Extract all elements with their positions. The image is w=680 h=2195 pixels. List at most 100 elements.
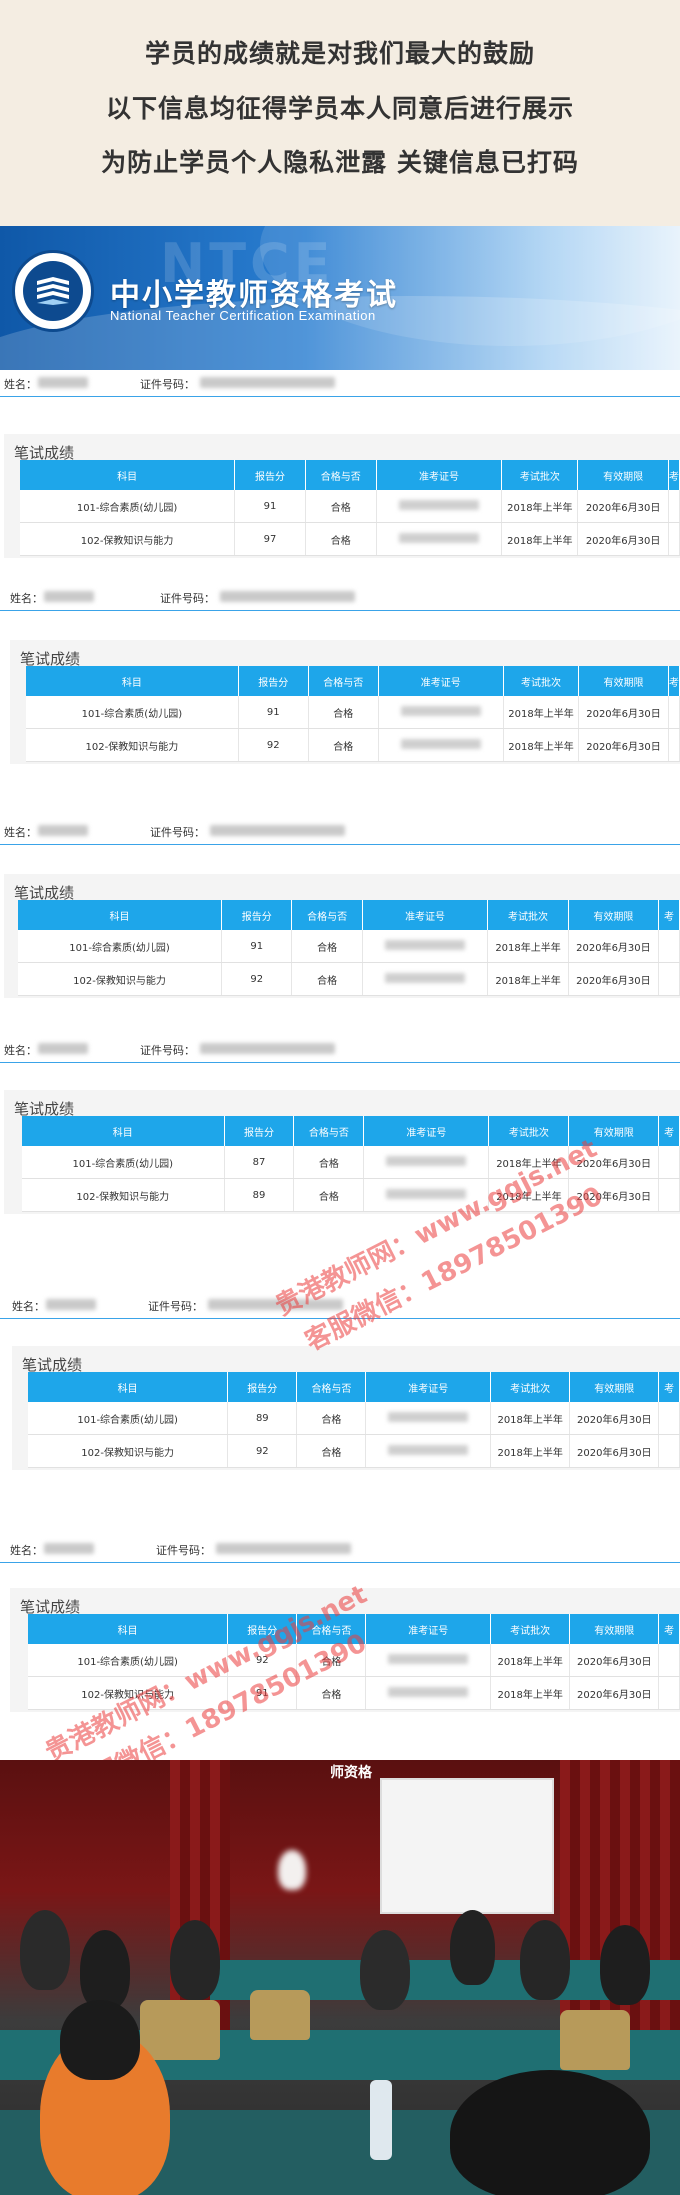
table-header-row: 科目 报告分 合格与否 准考证号 考试批次 有效期限考	[28, 1372, 680, 1402]
extra-cell	[668, 490, 680, 523]
intro-line-1: 学员的成绩就是对我们最大的鼓励	[144, 39, 535, 68]
name-label: 姓名：	[10, 592, 43, 605]
column-header: 有效期限	[568, 900, 660, 930]
valid-cell: 2020年6月30日	[569, 1402, 660, 1435]
blurred-speaker	[278, 1850, 306, 1890]
extra-cell	[658, 1434, 680, 1468]
ntce-logo-icon	[12, 250, 94, 332]
id-redacted	[210, 825, 345, 836]
ticket-redacted	[386, 1155, 467, 1166]
score-table: 科目 报告分 合格与否 准考证号 考试批次 有效期限考 101-综合素质(幼儿园) 91 合格 2…	[26, 666, 680, 762]
projector-screen	[380, 1778, 554, 1914]
records-list: 姓名： 证件号码： 笔试成绩 科目 报告分 合格与否 准考证号 考试批次 有效期限考 101-综合…	[0, 370, 680, 1760]
ticket-redacted	[400, 705, 481, 716]
valid-cell: 2020年6月30日	[569, 1676, 660, 1710]
ticket-cell	[363, 1146, 490, 1179]
student-info-row: 姓名： 证件号码：	[0, 818, 680, 845]
valid-cell: 2020年6月30日	[568, 962, 660, 996]
name-label: 姓名：	[10, 1544, 43, 1557]
column-header: 科目	[28, 1372, 229, 1402]
valid-cell: 2020年6月30日	[578, 696, 669, 729]
score-table: 科目 报告分 合格与否 准考证号 考试批次 有效期限考 101-综合素质(幼儿园) 91 合格 2…	[20, 460, 680, 556]
table-row: 101-综合素质(幼儿园) 91 合格 2018年上半年 2020年6月30日	[20, 490, 680, 523]
name-redacted	[38, 1043, 88, 1054]
id-label: 证件号码：	[150, 826, 205, 839]
extra-cell	[668, 728, 680, 762]
score-cell: 91	[234, 490, 306, 523]
extra-cell	[668, 522, 680, 556]
column-header: 考试批次	[490, 1614, 571, 1644]
score-table: 科目 报告分 合格与否 准考证号 考试批次 有效期限考 101-综合素质(幼儿园) 91 合格 2…	[18, 900, 680, 996]
column-header: 合格与否	[293, 1116, 365, 1146]
valid-cell: 2020年6月30日	[577, 522, 669, 556]
ticket-cell	[376, 522, 503, 556]
column-header: 有效期限	[569, 1614, 660, 1644]
written-exam-card: 笔试成绩 科目 报告分 合格与否 准考证号 考试批次 有效期限考 101-综合素质(幼儿园) 9…	[4, 434, 680, 558]
name-label: 姓名：	[4, 1044, 37, 1057]
subject-cell: 101-综合素质(幼儿园)	[18, 930, 223, 963]
subject-cell: 101-综合素质(幼儿园)	[22, 1146, 225, 1179]
pass-cell: 合格	[305, 522, 377, 556]
column-header: 科目	[28, 1614, 229, 1644]
column-header: 考	[658, 1372, 680, 1402]
column-header: 科目	[18, 900, 223, 930]
table-header-row: 科目 报告分 合格与否 准考证号 考试批次 有效期限考	[20, 460, 680, 490]
pass-cell: 合格	[291, 962, 363, 996]
batch-cell: 2018年上半年	[501, 490, 579, 523]
batch-cell: 2018年上半年	[490, 1402, 571, 1435]
extra-cell	[658, 1178, 680, 1212]
column-header: 报告分	[224, 1116, 295, 1146]
pass-cell: 合格	[293, 1178, 365, 1212]
column-header: 准考证号	[378, 666, 504, 696]
batch-cell: 2018年上半年	[503, 696, 580, 729]
written-exam-card: 笔试成绩 科目 报告分 合格与否 准考证号 考试批次 有效期限考 101-综合素质(幼儿园) 8…	[12, 1346, 680, 1470]
name-redacted	[38, 377, 88, 388]
batch-cell: 2018年上半年	[490, 1644, 571, 1677]
valid-cell: 2020年6月30日	[577, 490, 669, 523]
ticket-redacted	[385, 939, 466, 950]
score-cell: 89	[227, 1402, 298, 1435]
ticket-redacted	[400, 738, 481, 749]
ticket-cell	[378, 728, 504, 762]
pass-cell: 合格	[296, 1402, 367, 1435]
banner-subtitle: National Teacher Certification Examinati…	[110, 308, 376, 323]
photo-banner-text: 师资格	[330, 1765, 372, 1781]
table-row: 101-综合素质(幼儿园) 91 合格 2018年上半年 2020年6月30日	[18, 930, 680, 963]
extra-cell	[658, 962, 680, 996]
ticket-cell	[365, 1434, 492, 1468]
name-redacted	[38, 825, 88, 836]
table-header-row: 科目 报告分 合格与否 准考证号 考试批次 有效期限考	[26, 666, 680, 696]
subject-cell: 102-保教知识与能力	[20, 522, 236, 556]
intro-section: 学员的成绩就是对我们最大的鼓励 以下信息均征得学员本人同意后进行展示 为防止学员…	[0, 0, 680, 226]
subject-cell: 101-综合素质(幼儿园)	[26, 696, 239, 729]
written-exam-card: 笔试成绩 科目 报告分 合格与否 准考证号 考试批次 有效期限考 101-综合素质(幼儿园) 9…	[10, 640, 680, 764]
ticket-redacted	[388, 1686, 469, 1697]
column-header: 考试批次	[503, 666, 580, 696]
column-header: 合格与否	[308, 666, 379, 696]
subject-cell: 102-保教知识与能力	[18, 962, 223, 996]
table-row: 102-保教知识与能力 97 合格 2018年上半年 2020年6月30日	[20, 522, 680, 556]
pass-cell: 合格	[293, 1146, 365, 1179]
ticket-redacted	[399, 499, 480, 510]
column-header: 合格与否	[296, 1372, 367, 1402]
pass-cell: 合格	[308, 728, 379, 762]
id-redacted	[200, 377, 335, 388]
score-cell: 87	[224, 1146, 295, 1179]
ticket-redacted	[385, 972, 466, 983]
column-header: 科目	[22, 1116, 225, 1146]
batch-cell: 2018年上半年	[490, 1676, 571, 1710]
valid-cell: 2020年6月30日	[568, 930, 660, 963]
column-header: 准考证号	[376, 460, 503, 490]
pass-cell: 合格	[305, 490, 377, 523]
score-table: 科目 报告分 合格与否 准考证号 考试批次 有效期限考 101-综合素质(幼儿园) 89 合格 2…	[28, 1372, 680, 1468]
id-label: 证件号码：	[140, 378, 195, 391]
student-info-row: 姓名： 证件号码：	[0, 1036, 680, 1063]
column-header: 报告分	[227, 1372, 298, 1402]
column-header: 有效期限	[578, 666, 669, 696]
score-record: 姓名： 证件号码： 笔试成绩 科目 报告分 合格与否 准考证号 考试批次 有效期限考 101-综合…	[0, 1036, 680, 1214]
pass-cell: 合格	[308, 696, 379, 729]
extra-cell	[658, 1146, 680, 1179]
subject-cell: 102-保教知识与能力	[28, 1434, 229, 1468]
batch-cell: 2018年上半年	[487, 962, 569, 996]
score-cell: 97	[234, 522, 306, 556]
